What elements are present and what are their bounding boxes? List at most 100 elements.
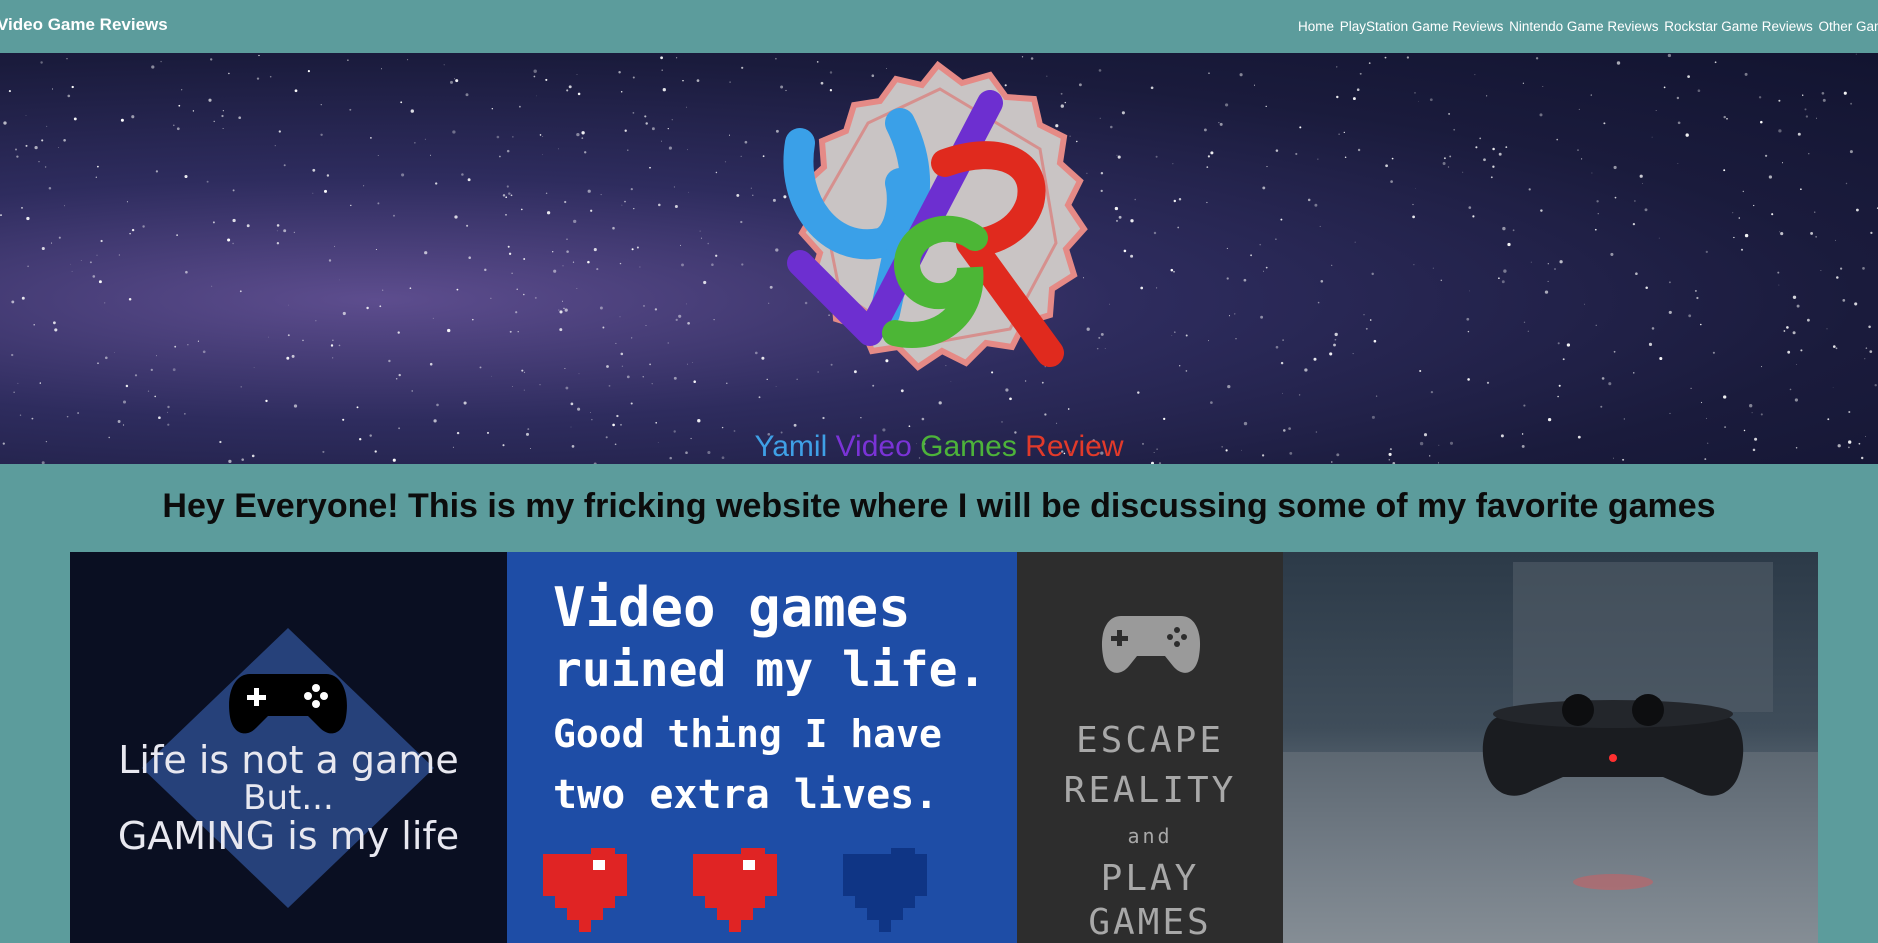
star xyxy=(213,120,215,123)
star xyxy=(1438,462,1440,464)
star xyxy=(1688,314,1692,318)
star xyxy=(1639,174,1643,178)
star xyxy=(766,378,768,381)
star xyxy=(523,389,525,391)
star xyxy=(552,251,554,253)
star xyxy=(1578,108,1580,110)
star xyxy=(546,211,551,215)
star xyxy=(521,208,523,211)
star xyxy=(1336,453,1340,457)
star xyxy=(276,224,280,227)
star xyxy=(312,192,314,194)
star xyxy=(584,151,587,154)
star xyxy=(654,308,658,311)
star xyxy=(1299,126,1302,129)
nav-rockstar-reviews[interactable]: Rockstar Game Reviews xyxy=(1664,19,1813,34)
star xyxy=(1864,358,1866,360)
star xyxy=(829,89,833,92)
star xyxy=(1365,327,1368,330)
star xyxy=(1658,237,1660,239)
star xyxy=(256,77,260,80)
star xyxy=(114,352,115,353)
main-nav: Home PlayStation Game Reviews Nintendo G… xyxy=(1298,19,1878,34)
star xyxy=(320,104,322,106)
star xyxy=(1667,53,1672,58)
star xyxy=(1228,315,1231,317)
star xyxy=(1777,271,1780,274)
star xyxy=(1732,212,1734,214)
star xyxy=(71,85,74,89)
star xyxy=(860,417,862,419)
star xyxy=(1210,401,1213,404)
nav-playstation-reviews[interactable]: PlayStation Game Reviews xyxy=(1340,19,1504,34)
star xyxy=(120,118,124,122)
star xyxy=(455,79,459,83)
star xyxy=(1225,449,1228,452)
star xyxy=(1413,264,1415,266)
star xyxy=(758,396,761,399)
star xyxy=(577,407,581,411)
star xyxy=(1419,441,1424,446)
star xyxy=(726,382,728,385)
star xyxy=(1512,229,1515,232)
star xyxy=(649,363,651,366)
star xyxy=(1761,366,1763,368)
star xyxy=(1500,434,1504,438)
star xyxy=(1822,98,1826,102)
star xyxy=(34,145,38,150)
star xyxy=(1098,336,1101,339)
star xyxy=(227,238,231,242)
star xyxy=(566,250,569,253)
star xyxy=(1837,444,1841,448)
star xyxy=(1696,296,1699,300)
star xyxy=(276,230,278,232)
star xyxy=(1243,278,1247,282)
star xyxy=(1467,378,1470,381)
star xyxy=(1304,368,1308,372)
nav-other-game-reviews[interactable]: Other Game xyxy=(1819,19,1878,34)
star xyxy=(1262,186,1266,190)
star xyxy=(291,354,295,358)
star xyxy=(661,140,662,142)
nav-home[interactable]: Home xyxy=(1298,19,1334,34)
tile-text-line: ESCAPE xyxy=(1075,720,1225,761)
star xyxy=(692,361,694,363)
star xyxy=(1067,408,1070,410)
star xyxy=(620,423,622,426)
star xyxy=(523,293,525,296)
star xyxy=(1523,404,1526,407)
star xyxy=(286,356,290,360)
star xyxy=(283,164,286,167)
nav-nintendo-reviews[interactable]: Nintendo Game Reviews xyxy=(1509,19,1658,34)
star xyxy=(1778,129,1782,133)
star xyxy=(1771,213,1774,216)
star xyxy=(600,194,602,196)
star xyxy=(661,69,663,71)
star xyxy=(1547,280,1549,282)
star xyxy=(1786,326,1789,329)
star xyxy=(1158,462,1162,464)
star xyxy=(502,194,506,197)
star xyxy=(1390,180,1393,183)
star xyxy=(269,75,272,78)
star xyxy=(46,125,48,127)
star xyxy=(566,89,569,92)
star xyxy=(468,256,471,259)
star xyxy=(761,356,765,360)
star xyxy=(172,368,176,372)
star xyxy=(1219,122,1223,126)
star xyxy=(41,461,45,464)
star xyxy=(1419,369,1422,373)
star xyxy=(307,70,310,73)
star xyxy=(945,365,947,367)
star xyxy=(167,423,170,426)
star xyxy=(134,374,138,377)
star xyxy=(581,137,584,139)
star xyxy=(1821,91,1825,95)
star xyxy=(1613,457,1614,459)
site-brand-link[interactable]: Video Game Reviews xyxy=(0,15,168,35)
star xyxy=(793,423,797,427)
star xyxy=(1783,330,1786,332)
star xyxy=(564,200,567,204)
star xyxy=(1226,277,1229,280)
